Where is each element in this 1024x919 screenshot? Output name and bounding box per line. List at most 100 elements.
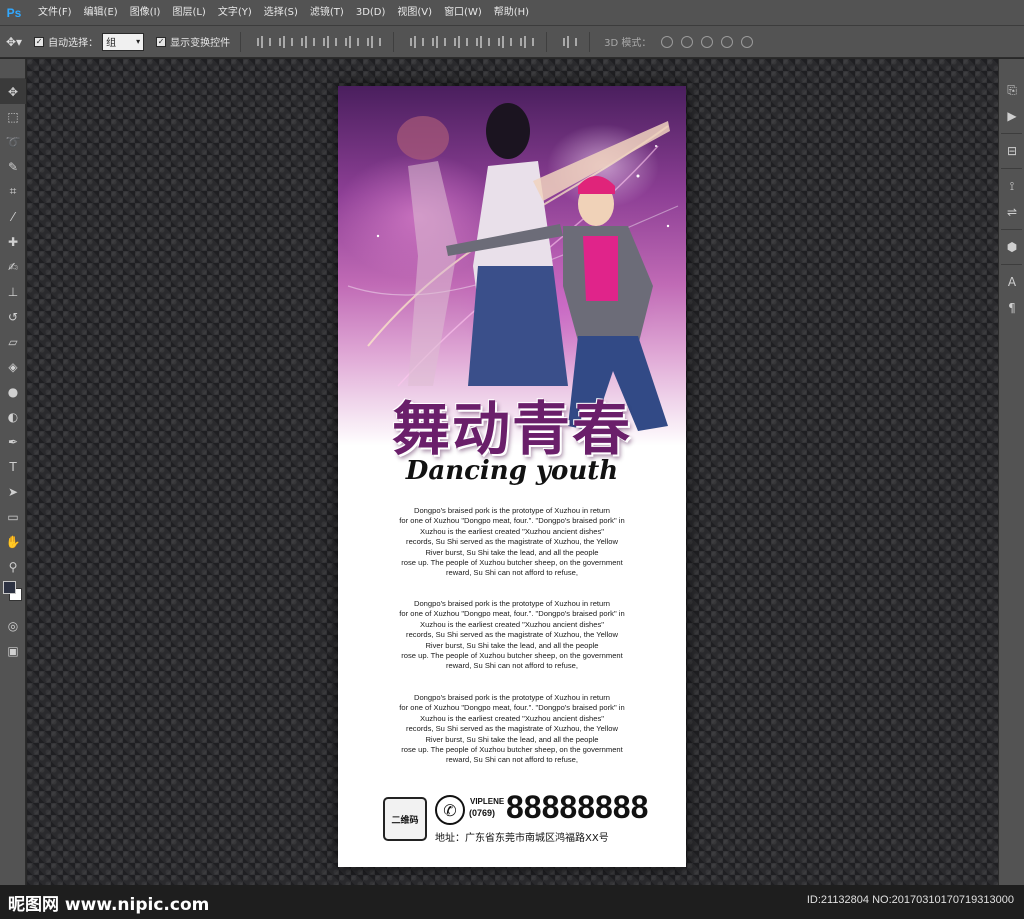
divider xyxy=(1001,168,1022,169)
menu-select[interactable]: 选择(S) xyxy=(258,0,304,26)
menu-file[interactable]: 文件(F) xyxy=(32,0,78,26)
poster-subtitle: Dancing youth xyxy=(405,456,619,486)
nipic-watermark: 昵图网 www.nipic.com xyxy=(8,895,210,915)
phone-icon: ✆ xyxy=(435,795,465,825)
blur-tool-icon[interactable]: ● xyxy=(0,379,26,404)
hand-tool-icon[interactable]: ✋ xyxy=(0,529,26,554)
adjustments-panel-icon[interactable]: ⇌ xyxy=(999,199,1024,225)
3d-slide-icon[interactable] xyxy=(721,35,734,48)
divider xyxy=(1001,229,1022,230)
align-hcenter-icon[interactable] xyxy=(343,35,360,49)
screen-mode-icon[interactable]: ▣ xyxy=(0,638,26,663)
tools-panel: ✥ ⬚ ➰ ✎ ⌗ ⁄ ✚ ✍ ⊥ ↺ ▱ ◈ ● ◐ ✒ T ➤ ▭ ✋ ⚲ … xyxy=(0,59,26,885)
phone-number: 88888888 xyxy=(506,789,649,825)
pen-tool-icon[interactable]: ✒ xyxy=(0,429,26,454)
document-canvas[interactable]: 舞动青春 Dancing youth Dongpo's braised pork… xyxy=(27,59,998,885)
auto-select-label: 自动选择： xyxy=(48,38,99,49)
menu-layer[interactable]: 图层(L) xyxy=(166,0,211,26)
divider xyxy=(546,31,548,52)
history-panel-icon[interactable]: ⎘ xyxy=(999,77,1024,103)
divider xyxy=(240,31,242,52)
brand-name: VIPLENE xyxy=(470,797,505,806)
color-swatches xyxy=(0,579,26,613)
menu-3d[interactable]: 3D(D) xyxy=(350,0,392,26)
marquee-tool-icon[interactable]: ⬚ xyxy=(0,104,26,129)
divider xyxy=(1001,133,1022,134)
3d-mode-label: 3D 模式： xyxy=(604,38,652,49)
type-tool-icon[interactable]: T xyxy=(0,454,26,479)
3d-rotate-icon[interactable] xyxy=(661,35,674,48)
brush-tool-icon[interactable]: ✍ xyxy=(0,254,26,279)
distribute-right-icon[interactable] xyxy=(518,35,535,49)
poster-paragraph-2: Dongpo's braised pork is the prototype o… xyxy=(399,599,625,671)
align-right-icon[interactable] xyxy=(365,35,382,49)
crop-tool-icon[interactable]: ⌗ xyxy=(0,179,26,204)
3d-drag-icon[interactable] xyxy=(701,35,714,48)
right-panel-dock: ⎘ ▶ ⊟ ⟟ ⇌ ⬢ A ¶ xyxy=(998,59,1024,885)
3d-roll-icon[interactable] xyxy=(681,35,694,48)
area-code: (0769) xyxy=(469,808,496,818)
foreground-color-swatch[interactable] xyxy=(3,581,16,594)
quick-mask-icon[interactable]: ◎ xyxy=(0,613,26,638)
menu-help[interactable]: 帮助(H) xyxy=(488,0,535,26)
auto-select-dropdown[interactable]: 组 ▾ xyxy=(102,32,145,51)
poster-document: 舞动青春 Dancing youth Dongpo's braised pork… xyxy=(338,86,686,867)
poster-paragraph-3: Dongpo's braised pork is the prototype o… xyxy=(399,693,625,765)
3d-panel-icon[interactable]: ⬢ xyxy=(999,234,1024,260)
rectangle-tool-icon[interactable]: ▭ xyxy=(0,504,26,529)
zoom-tool-icon[interactable]: ⚲ xyxy=(0,554,26,579)
menu-type[interactable]: 文字(Y) xyxy=(212,0,258,26)
poster-title: 舞动青春 xyxy=(391,395,632,463)
eyedropper-tool-icon[interactable]: ⁄ xyxy=(0,204,26,229)
watermark-bar: 昵图网 www.nipic.com ID:21132804 NO:2017031… xyxy=(0,885,1024,919)
auto-align-layers-icon[interactable] xyxy=(561,35,578,49)
image-id: ID:21132804 NO:20170310170719313000 xyxy=(806,894,1014,906)
align-bottom-icon[interactable] xyxy=(299,35,316,49)
align-top-icon[interactable] xyxy=(255,35,272,49)
menu-filter[interactable]: 滤镜(T) xyxy=(304,0,350,26)
poster-paragraph-1: Dongpo's braised pork is the prototype o… xyxy=(399,506,625,578)
distribute-bottom-icon[interactable] xyxy=(452,35,469,49)
lasso-tool-icon[interactable]: ➰ xyxy=(0,129,26,154)
tools-panel-header[interactable] xyxy=(0,59,25,79)
paint-bucket-tool-icon[interactable]: ◈ xyxy=(0,354,26,379)
qr-code-label: 二维码 xyxy=(391,815,419,826)
quick-select-tool-icon[interactable]: ✎ xyxy=(0,154,26,179)
distribute-left-icon[interactable] xyxy=(474,35,491,49)
chevron-down-icon: ▾ xyxy=(136,37,141,46)
path-select-tool-icon[interactable]: ➤ xyxy=(0,479,26,504)
address: 地址：广东省东莞市南城区鸿福路XX号 xyxy=(435,833,609,844)
properties-panel-icon[interactable]: ⊟ xyxy=(999,138,1024,164)
menu-image[interactable]: 图像(I) xyxy=(124,0,167,26)
history-brush-tool-icon[interactable]: ↺ xyxy=(0,304,26,329)
brush-settings-icon[interactable]: ⟟ xyxy=(999,173,1024,199)
move-tool-preset-icon[interactable]: ✥▾ xyxy=(6,35,22,49)
distribute-top-icon[interactable] xyxy=(408,35,425,49)
healing-brush-tool-icon[interactable]: ✚ xyxy=(0,229,26,254)
show-transform-checkbox[interactable]: ✓ xyxy=(156,36,167,47)
character-panel-icon[interactable]: A xyxy=(999,269,1024,295)
distribute-vcenter-icon[interactable] xyxy=(430,35,447,49)
divider xyxy=(589,31,591,52)
divider xyxy=(1001,264,1022,265)
eraser-tool-icon[interactable]: ▱ xyxy=(0,329,26,354)
align-left-icon[interactable] xyxy=(321,35,338,49)
menu-window[interactable]: 窗口(W) xyxy=(438,0,488,26)
photoshop-logo-icon: Ps xyxy=(6,5,22,20)
align-vcenter-icon[interactable] xyxy=(277,35,294,49)
3d-scale-icon[interactable] xyxy=(741,35,754,48)
show-transform-label: 显示变换控件 xyxy=(170,38,231,49)
auto-select-value: 组 xyxy=(106,38,117,49)
paragraph-panel-icon[interactable]: ¶ xyxy=(999,295,1024,321)
clone-stamp-tool-icon[interactable]: ⊥ xyxy=(0,279,26,304)
dock-header[interactable] xyxy=(999,59,1024,77)
actions-panel-icon[interactable]: ▶ xyxy=(999,103,1024,129)
dodge-tool-icon[interactable]: ◐ xyxy=(0,404,26,429)
menu-edit[interactable]: 编辑(E) xyxy=(78,0,124,26)
menu-bar: Ps 文件(F) 编辑(E) 图像(I) 图层(L) 文字(Y) 选择(S) 滤… xyxy=(0,0,1024,26)
move-tool-icon[interactable]: ✥ xyxy=(0,79,26,104)
auto-select-checkbox[interactable]: ✓ xyxy=(34,36,45,47)
distribute-hcenter-icon[interactable] xyxy=(496,35,513,49)
menu-view[interactable]: 视图(V) xyxy=(391,0,438,26)
options-bar: ✥▾ ✓ 自动选择： 组 ▾ ✓ 显示变换控件 3D 模式： xyxy=(0,26,1024,58)
